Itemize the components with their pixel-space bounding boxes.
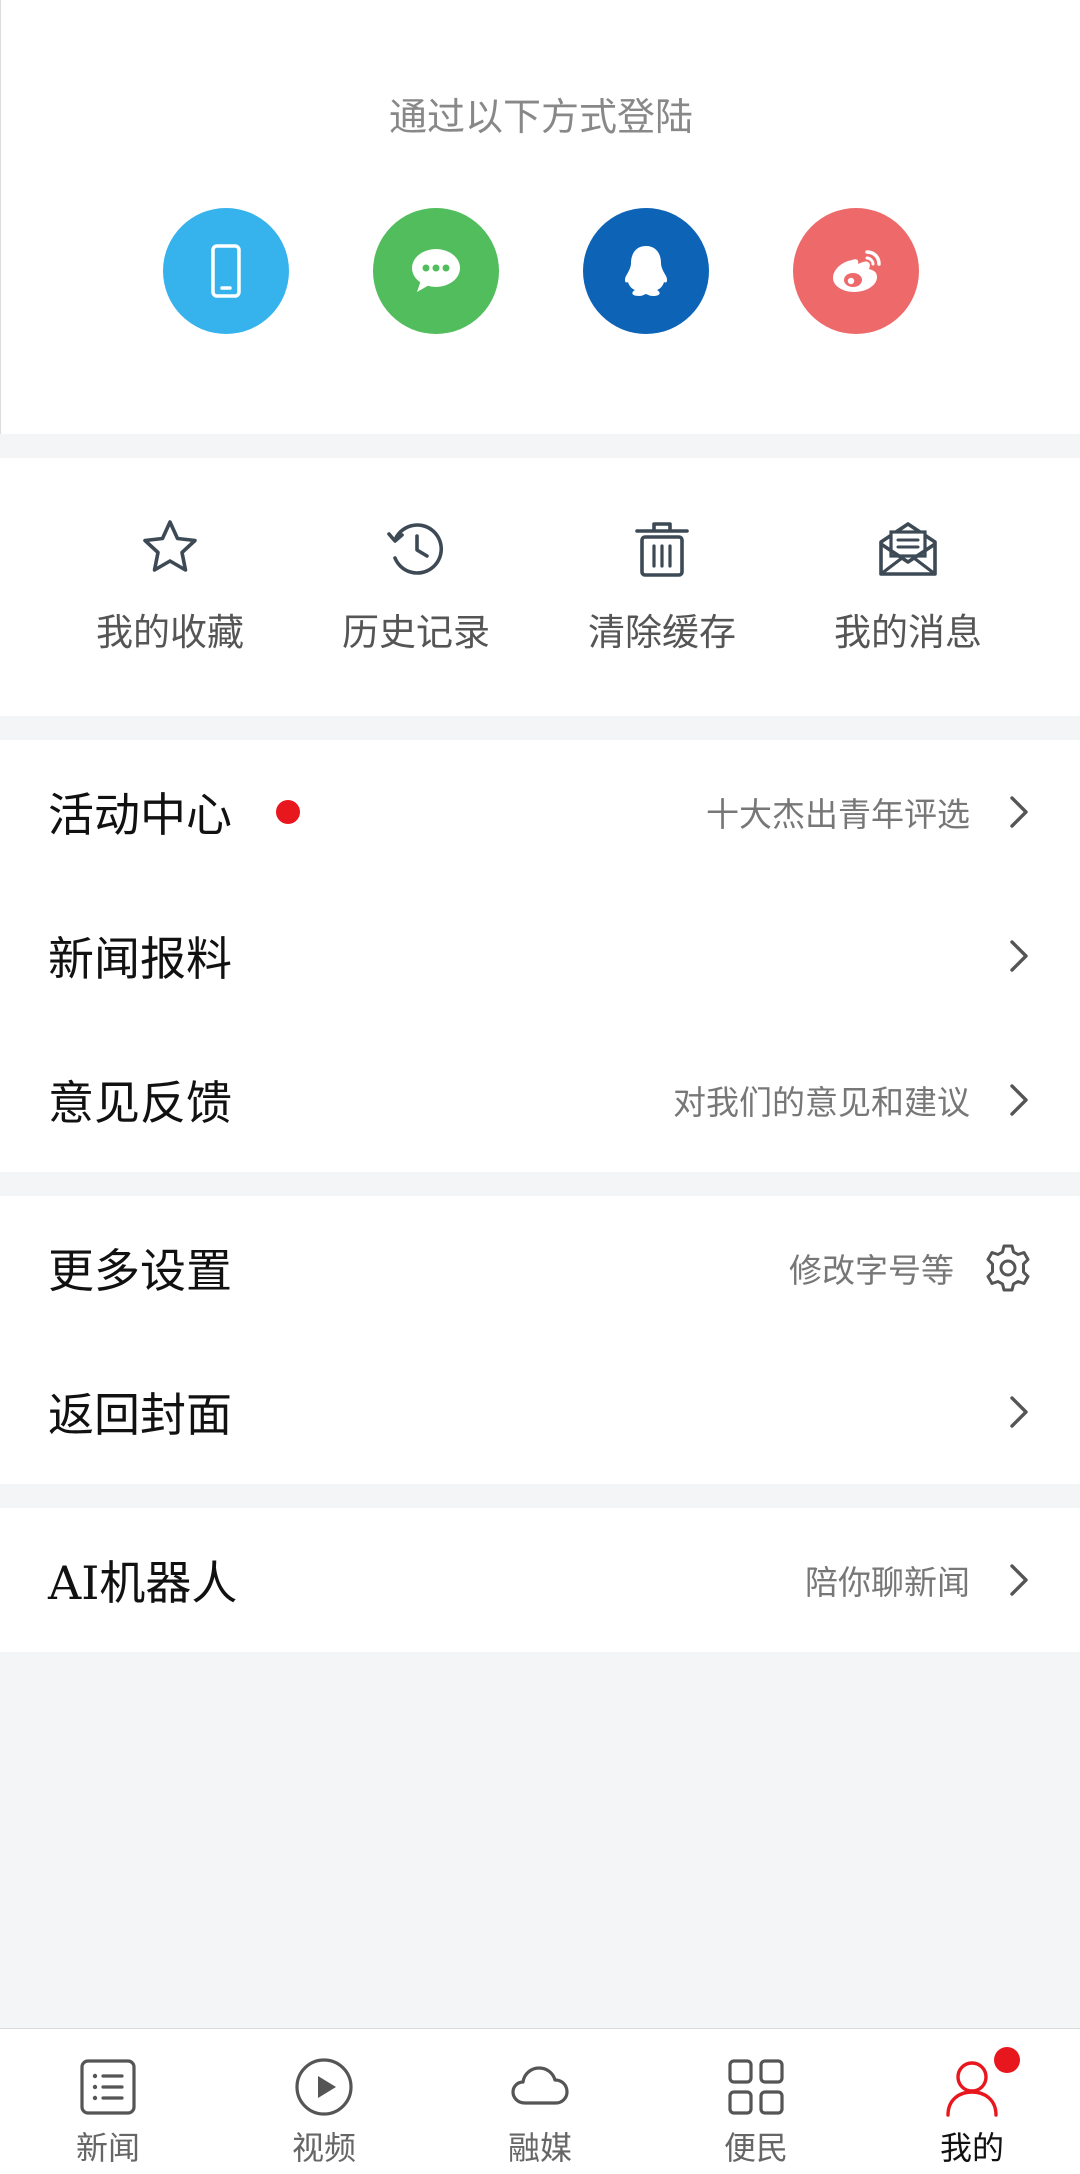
activity-center-row[interactable]: 活动中心 十大杰出青年评选 <box>0 740 1080 884</box>
wechat-login-button[interactable] <box>373 208 499 334</box>
feedback-title: 意见反馈 <box>48 1076 232 1130</box>
clear-cache-label: 清除缓存 <box>588 611 736 654</box>
mail-icon <box>879 522 937 576</box>
menu-group-settings: 更多设置 修改字号等 返回封面 <box>0 1196 1080 1484</box>
login-section: 通过以下方式登陆 <box>0 0 1080 434</box>
weibo-icon <box>833 250 881 292</box>
chevron-right-icon <box>1010 1564 1028 1596</box>
tab-services-label: 便民 <box>723 2129 788 2167</box>
favorites-label: 我的收藏 <box>96 611 244 654</box>
star-icon <box>143 520 197 572</box>
tab-video-label: 视频 <box>291 2129 356 2167</box>
activity-center-title: 活动中心 <box>48 788 232 842</box>
trash-icon <box>635 522 689 577</box>
history-icon <box>387 523 443 575</box>
history-label: 历史记录 <box>342 611 490 654</box>
news-tip-row[interactable]: 新闻报料 <box>0 884 1080 1028</box>
quick-actions: 我的收藏 历史记录 清除缓存 我的消息 <box>0 458 1080 716</box>
messages-label: 我的消息 <box>834 611 982 654</box>
weibo-login-button[interactable] <box>793 208 919 334</box>
wechat-icon <box>412 249 460 292</box>
return-cover-row[interactable]: 返回封面 <box>0 1340 1080 1484</box>
ai-robot-subtitle: 陪你聊新闻 <box>805 1563 970 1602</box>
more-settings-title: 更多设置 <box>48 1244 232 1298</box>
tab-media[interactable]: 融媒 <box>432 2029 648 2174</box>
gear-icon <box>986 1244 1030 1292</box>
bottom-tab-bar: 新闻 视频 融媒 便民 我的 <box>0 2028 1080 2174</box>
grid-icon <box>728 2059 784 2115</box>
clear-cache-button[interactable]: 清除缓存 <box>562 514 762 664</box>
tab-mine[interactable]: 我的 <box>864 2029 1080 2174</box>
news-tip-title: 新闻报料 <box>48 932 232 986</box>
login-title: 通过以下方式登陆 <box>388 95 693 139</box>
return-cover-title: 返回封面 <box>48 1388 232 1442</box>
more-settings-subtitle: 修改字号等 <box>789 1251 954 1290</box>
cloud-icon <box>511 2066 569 2105</box>
chevron-right-icon <box>1010 1396 1028 1428</box>
favorites-button[interactable]: 我的收藏 <box>70 514 270 664</box>
history-button[interactable]: 历史记录 <box>316 514 516 664</box>
menu-group-main: 活动中心 十大杰出青年评选 新闻报料 意见反馈 对我们的意见和建议 <box>0 740 1080 1172</box>
chevron-right-icon <box>1010 1084 1028 1116</box>
messages-button[interactable]: 我的消息 <box>808 514 1008 664</box>
tab-mine-badge <box>994 2047 1020 2073</box>
activity-center-subtitle: 十大杰出青年评选 <box>706 795 970 834</box>
notification-dot <box>276 800 300 824</box>
chevron-right-icon <box>1010 940 1028 972</box>
qq-icon <box>624 246 668 296</box>
ai-robot-title: AI机器人 <box>48 1556 238 1610</box>
news-list-icon <box>80 2059 136 2115</box>
tab-media-label: 融媒 <box>507 2129 572 2167</box>
feedback-subtitle: 对我们的意见和建议 <box>673 1083 970 1122</box>
login-methods <box>1 208 1080 334</box>
phone-icon <box>211 244 241 298</box>
feedback-row[interactable]: 意见反馈 对我们的意见和建议 <box>0 1028 1080 1172</box>
phone-login-button[interactable] <box>163 208 289 334</box>
tab-news-label: 新闻 <box>75 2129 140 2167</box>
tab-services[interactable]: 便民 <box>648 2029 864 2174</box>
more-settings-row[interactable]: 更多设置 修改字号等 <box>0 1196 1080 1340</box>
tab-mine-label: 我的 <box>939 2129 1004 2167</box>
qq-login-button[interactable] <box>583 208 709 334</box>
tab-news[interactable]: 新闻 <box>0 2029 216 2174</box>
menu-group-ai: AI机器人 陪你聊新闻 <box>0 1508 1080 1652</box>
chevron-right-icon <box>1010 796 1028 828</box>
ai-robot-row[interactable]: AI机器人 陪你聊新闻 <box>0 1508 1080 1652</box>
play-icon <box>295 2058 353 2116</box>
tab-video[interactable]: 视频 <box>216 2029 432 2174</box>
